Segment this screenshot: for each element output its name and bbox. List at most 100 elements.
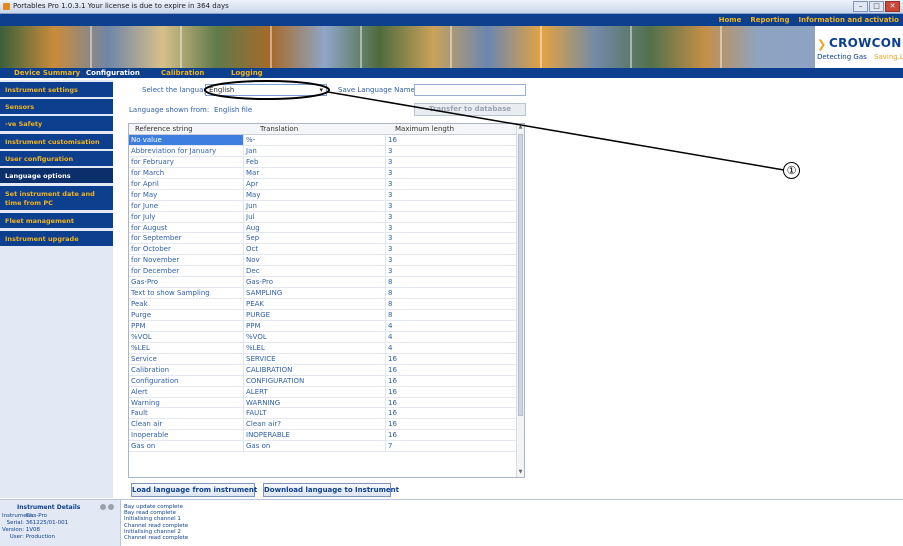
- max-length-cell[interactable]: 4: [388, 343, 392, 353]
- translation-cell[interactable]: %LEL: [246, 343, 265, 353]
- translation-cell[interactable]: WARNING: [246, 398, 280, 408]
- translation-cell[interactable]: CALIBRATION: [246, 365, 292, 375]
- minimize-button[interactable]: –: [853, 1, 868, 12]
- table-row[interactable]: Calibration CALIBRATION 16: [129, 364, 518, 376]
- sidebar-item-set-date-time[interactable]: Set instrument date and time from PC: [0, 186, 113, 210]
- translation-cell[interactable]: Clean air?: [246, 419, 281, 429]
- table-row[interactable]: for October Oct 3: [129, 244, 518, 256]
- sidebar-item-instrument-customisation[interactable]: Instrument customisation: [0, 134, 113, 149]
- max-length-cell[interactable]: 16: [388, 398, 397, 408]
- max-length-cell[interactable]: 4: [388, 332, 392, 342]
- translation-cell[interactable]: SERVICE: [246, 354, 276, 364]
- language-name-input[interactable]: [414, 84, 526, 96]
- table-row[interactable]: Gas-Pro Gas-Pro 8: [129, 277, 518, 289]
- table-row[interactable]: for July Jul 3: [129, 211, 518, 223]
- table-row[interactable]: No value %- 16: [129, 135, 518, 146]
- table-row[interactable]: Fault FAULT 16: [129, 408, 518, 420]
- transfer-to-database-button[interactable]: Transfer to database: [414, 103, 526, 116]
- reference-cell[interactable]: for September: [131, 233, 182, 243]
- table-row[interactable]: Text to show Sampling SAMPLING 8: [129, 288, 518, 300]
- max-length-cell[interactable]: 16: [388, 430, 397, 440]
- reference-cell[interactable]: Warning: [131, 398, 160, 408]
- table-row[interactable]: Alert ALERT 16: [129, 386, 518, 398]
- tab-device-summary[interactable]: Device Summary: [14, 69, 80, 77]
- reference-cell[interactable]: for April: [131, 179, 159, 189]
- download-language-button[interactable]: Download language to Instrument: [263, 483, 399, 497]
- reference-cell[interactable]: Abbreviation for January: [131, 146, 216, 156]
- reference-cell[interactable]: for May: [131, 190, 157, 200]
- max-length-cell[interactable]: 3: [388, 223, 392, 233]
- max-length-cell[interactable]: 3: [388, 168, 392, 178]
- reference-cell[interactable]: Inoperable: [131, 430, 168, 440]
- table-row[interactable]: for June Jun 3: [129, 200, 518, 212]
- reference-cell[interactable]: for July: [131, 212, 155, 222]
- reference-cell[interactable]: Configuration: [131, 376, 178, 386]
- table-row[interactable]: Gas on Gas on 7: [129, 441, 518, 453]
- close-button[interactable]: ✕: [885, 1, 900, 12]
- table-row[interactable]: Peak PEAK 8: [129, 299, 518, 310]
- translation-cell[interactable]: %VOL: [246, 332, 267, 342]
- reference-cell[interactable]: Text to show Sampling: [131, 288, 210, 298]
- table-row[interactable]: Purge PURGE 8: [129, 310, 518, 321]
- table-row[interactable]: for May May 3: [129, 189, 518, 201]
- reference-cell[interactable]: %LEL: [131, 343, 150, 353]
- maximize-button[interactable]: □: [869, 1, 884, 12]
- scroll-up-icon[interactable]: ▲: [517, 124, 524, 132]
- translation-cell[interactable]: Gas-Pro: [246, 277, 273, 287]
- reference-cell[interactable]: PPM: [131, 321, 145, 331]
- translation-cell[interactable]: Oct: [246, 244, 258, 254]
- scroll-down-icon[interactable]: ▼: [517, 469, 524, 477]
- table-row[interactable]: Abbreviation for January Jan 3: [129, 145, 518, 157]
- table-row[interactable]: for November Nov 3: [129, 255, 518, 267]
- table-row[interactable]: for February Feb 3: [129, 156, 518, 168]
- table-row[interactable]: for April Apr 3: [129, 178, 518, 190]
- tab-logging[interactable]: Logging: [231, 69, 263, 77]
- max-length-cell[interactable]: 16: [388, 387, 397, 397]
- table-row[interactable]: for August Aug 3: [129, 222, 518, 234]
- scrollbar-thumb[interactable]: [518, 134, 523, 416]
- translation-cell[interactable]: PURGE: [246, 310, 270, 320]
- sidebar-item-ve-safety[interactable]: -ve Safety: [0, 116, 113, 131]
- column-header-translation[interactable]: Translation: [260, 125, 298, 133]
- translation-cell[interactable]: Apr: [246, 179, 258, 189]
- max-length-cell[interactable]: 4: [388, 321, 392, 331]
- translation-cell[interactable]: Jun: [246, 201, 257, 211]
- translation-cell[interactable]: Sep: [246, 233, 259, 243]
- translation-cell[interactable]: INOPERABLE: [246, 430, 290, 440]
- translation-cell[interactable]: %-: [246, 135, 255, 145]
- reference-cell[interactable]: Service: [131, 354, 157, 364]
- reference-cell[interactable]: Fault: [131, 408, 148, 418]
- translation-cell[interactable]: Mar: [246, 168, 259, 178]
- reference-cell[interactable]: for February: [131, 157, 174, 167]
- translation-cell[interactable]: Jan: [246, 146, 257, 156]
- table-row[interactable]: %LEL %LEL 4: [129, 342, 518, 354]
- sidebar-item-instrument-upgrade[interactable]: Instrument upgrade: [0, 231, 113, 246]
- load-language-button[interactable]: Load language from instrument: [131, 483, 257, 497]
- max-length-cell[interactable]: 3: [388, 157, 392, 167]
- reference-cell[interactable]: Gas on: [131, 441, 155, 451]
- table-row[interactable]: for September Sep 3: [129, 233, 518, 245]
- max-length-cell[interactable]: 7: [388, 441, 392, 451]
- table-row[interactable]: for March Mar 3: [129, 167, 518, 179]
- sidebar-item-user-configuration[interactable]: User configuration: [0, 151, 113, 166]
- translation-cell[interactable]: PEAK: [246, 299, 264, 309]
- max-length-cell[interactable]: 8: [388, 277, 392, 287]
- max-length-cell[interactable]: 8: [388, 288, 392, 298]
- reference-cell[interactable]: for October: [131, 244, 171, 254]
- translation-cell[interactable]: CONFIGURATION: [246, 376, 304, 386]
- max-length-cell[interactable]: 3: [388, 266, 392, 276]
- max-length-cell[interactable]: 16: [388, 354, 397, 364]
- column-header-reference[interactable]: Reference string: [135, 125, 193, 133]
- max-length-cell[interactable]: 3: [388, 179, 392, 189]
- max-length-cell[interactable]: 3: [388, 233, 392, 243]
- max-length-cell[interactable]: 16: [388, 408, 397, 418]
- table-row[interactable]: for December Dec 3: [129, 266, 518, 278]
- translation-cell[interactable]: Aug: [246, 223, 260, 233]
- translation-cell[interactable]: Nov: [246, 255, 260, 265]
- column-header-max-length[interactable]: Maximum length: [395, 125, 454, 133]
- max-length-cell[interactable]: 16: [388, 419, 397, 429]
- tab-calibration[interactable]: Calibration: [161, 69, 204, 77]
- reference-cell[interactable]: Calibration: [131, 365, 169, 375]
- translation-cell[interactable]: Jul: [246, 212, 254, 222]
- translation-cell[interactable]: Feb: [246, 157, 258, 167]
